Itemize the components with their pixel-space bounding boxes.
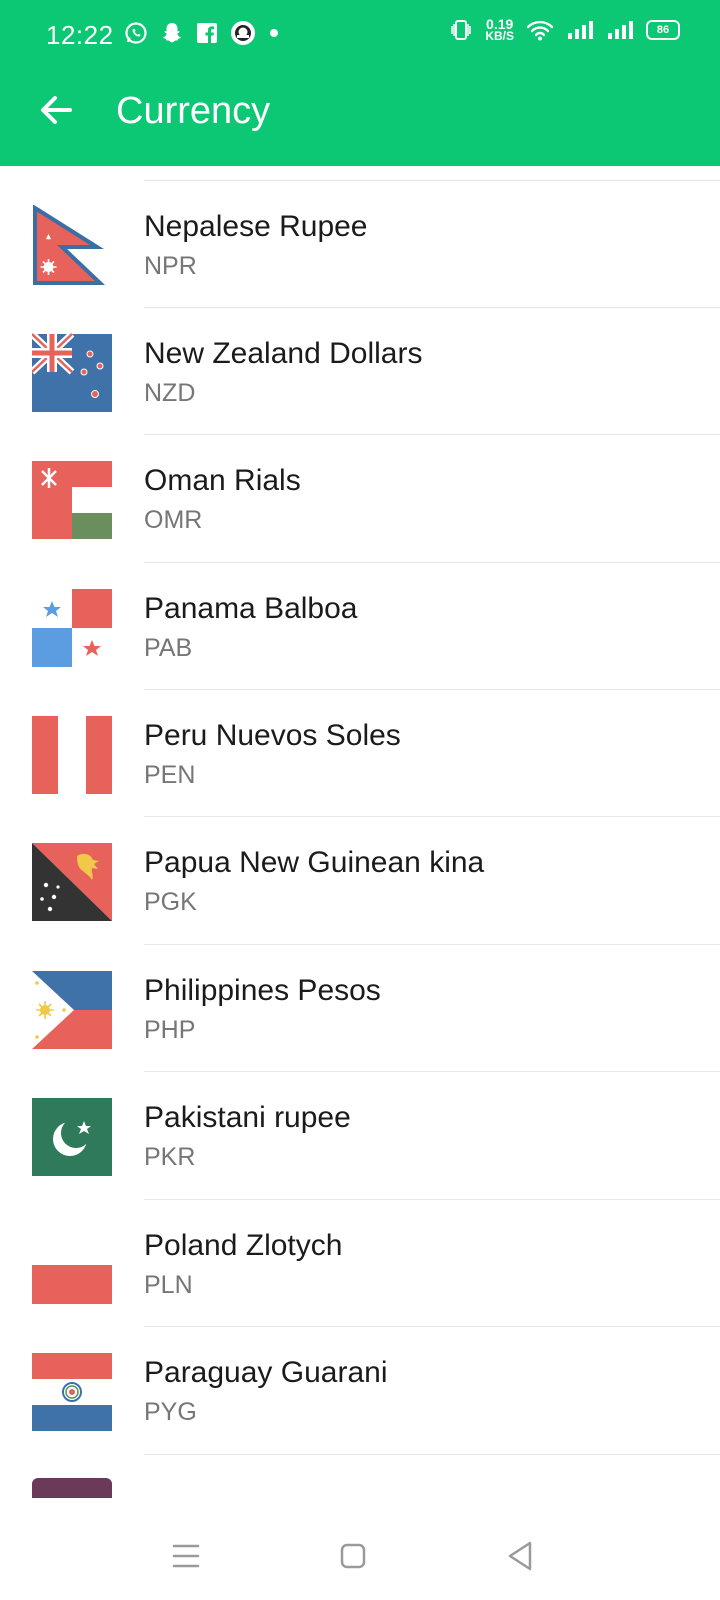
list-item[interactable]: Oman Rials OMR	[0, 434, 720, 562]
currency-code: PYG	[144, 1398, 197, 1426]
facebook-icon	[197, 23, 217, 43]
currency-name: Pakistani rupee	[144, 1101, 351, 1134]
list-item[interactable]: Papua New Guinean kina PGK	[0, 816, 720, 944]
list-item[interactable]: Peru Nuevos Soles PEN	[0, 689, 720, 817]
status-time: 12:22	[46, 20, 114, 50]
list-item[interactable]: Panama Balboa PAB	[0, 562, 720, 690]
currency-name: Philippines Pesos	[144, 974, 381, 1007]
system-icons: 0.19 KB/S 86	[449, 17, 680, 43]
app-bar: 12:22 0.19 KB/S 86 Currency	[0, 0, 720, 166]
flag-oman-icon	[32, 459, 112, 539]
currency-code: PHP	[144, 1016, 196, 1044]
currency-code: PLN	[144, 1271, 193, 1299]
currency-name: Paraguay Guarani	[144, 1356, 388, 1389]
whatsapp-icon	[125, 22, 147, 44]
flag-papua-new-guinea-icon	[32, 841, 112, 921]
currency-code: OMR	[144, 506, 203, 534]
list-item[interactable]: Poland Zlotych PLN	[0, 1199, 720, 1327]
status-bar: 12:22 0.19 KB/S 86	[0, 0, 720, 72]
flag-paraguay-icon	[32, 1351, 112, 1431]
currency-list[interactable]: Nepalese Rupee NPR New Zealand Dollars N…	[0, 166, 720, 1510]
home-square-icon[interactable]	[331, 1534, 375, 1578]
app-icon	[231, 21, 255, 45]
flag-nepal-icon	[32, 205, 112, 285]
signal-icon	[608, 21, 633, 39]
list-item[interactable]: New Zealand Dollars NZD	[0, 307, 720, 435]
list-item[interactable]: Paraguay Guarani PYG	[0, 1326, 720, 1454]
snapchat-icon	[163, 23, 181, 43]
list-item[interactable]: Pakistani rupee PKR	[0, 1071, 720, 1199]
currency-code: NPR	[144, 252, 197, 280]
list-item[interactable]: Philippines Pesos PHP	[0, 944, 720, 1072]
page-title: Currency	[116, 90, 271, 132]
toolbar: Currency	[0, 72, 720, 166]
flag-partial-icon	[32, 1478, 112, 1498]
list-item[interactable]: Nepalese Rupee NPR	[0, 180, 720, 308]
currency-code: NZD	[144, 379, 196, 407]
arrow-back-icon[interactable]	[36, 90, 76, 130]
currency-name: Papua New Guinean kina	[144, 846, 485, 879]
battery-icon: 86	[646, 20, 680, 40]
currency-name: Panama Balboa	[144, 592, 358, 625]
notification-icons	[124, 20, 280, 46]
signal-icon	[568, 21, 593, 39]
vibrate-icon	[451, 20, 472, 40]
currency-code: PAB	[144, 634, 193, 662]
currency-name: New Zealand Dollars	[144, 337, 423, 370]
net-speed: 0.19 KB/S	[485, 17, 514, 43]
currency-code: PGK	[144, 888, 197, 916]
dot-icon	[270, 29, 278, 37]
flag-peru-icon	[32, 714, 112, 794]
menu-icon[interactable]	[164, 1534, 208, 1578]
flag-new-zealand-icon	[32, 332, 112, 412]
currency-name: Nepalese Rupee	[144, 210, 368, 243]
divider	[144, 1454, 720, 1455]
flag-panama-icon	[32, 587, 112, 667]
wifi-icon	[526, 20, 554, 41]
currency-code: PEN	[144, 761, 196, 789]
system-nav-bar	[0, 1510, 720, 1600]
currency-code: PKR	[144, 1143, 196, 1171]
flag-pakistan-icon	[32, 1096, 112, 1176]
back-triangle-icon[interactable]	[498, 1534, 542, 1578]
flag-philippines-icon	[32, 969, 112, 1049]
currency-name: Oman Rials	[144, 464, 301, 497]
currency-name: Poland Zlotych	[144, 1229, 343, 1262]
net-speed-unit: KB/S	[485, 29, 514, 43]
flag-poland-icon	[32, 1224, 112, 1304]
currency-name: Peru Nuevos Soles	[144, 719, 401, 752]
